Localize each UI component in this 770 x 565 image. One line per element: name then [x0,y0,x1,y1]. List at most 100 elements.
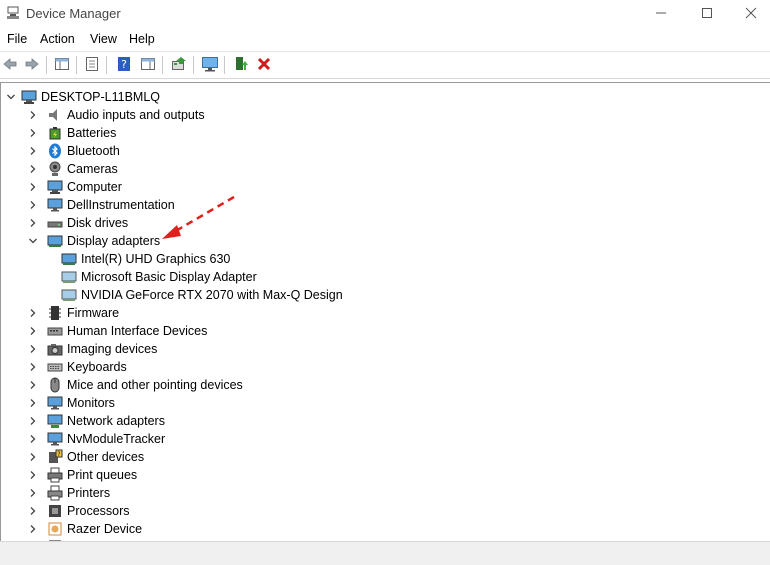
chevron-right-icon[interactable] [27,142,39,160]
forward-icon [24,56,40,75]
tree-item-batteries[interactable]: Batteries [27,124,116,142]
camera-icon [47,161,63,177]
close-button[interactable] [728,0,770,29]
menu-view[interactable]: View [90,32,117,46]
tree-item-print-queues[interactable]: Print queues [27,466,137,484]
monitor-icon [47,197,63,213]
device-manager-icon [6,6,20,20]
tree-child-microsoft-basic-display-adapter[interactable]: Microsoft Basic Display Adapter [61,268,257,286]
computer-root-icon [21,89,37,105]
tree-item-razer-device[interactable]: Razer Device [27,520,142,538]
chevron-right-icon[interactable] [27,484,39,502]
tree-item-imaging-devices[interactable]: Imaging devices [27,340,157,358]
tree-item-nvmoduletracker[interactable]: NvModuleTracker [27,430,165,448]
action-pane-button[interactable] [138,55,158,75]
tree-item-label: Network adapters [67,414,165,428]
imaging-icon [47,341,63,357]
chevron-right-icon[interactable] [27,430,39,448]
tree-item-label: Human Interface Devices [67,324,208,338]
chevron-right-icon[interactable] [27,322,39,340]
tree-child-label: Microsoft Basic Display Adapter [81,270,257,284]
chevron-right-icon[interactable] [27,502,39,520]
processor-icon [47,503,63,519]
chevron-right-icon[interactable] [27,124,39,142]
tree-item-label: Display adapters [67,234,161,248]
menu-file[interactable]: File [7,32,27,46]
tree-child-label: NVIDIA GeForce RTX 2070 with Max-Q Desig… [81,288,343,302]
tree-item-audio-inputs-and-outputs[interactable]: Audio inputs and outputs [27,106,205,124]
device-tree[interactable]: DESKTOP-L11BMLQ Audio inputs and outputs… [0,82,770,542]
chevron-right-icon[interactable] [27,214,39,232]
menu-help[interactable]: Help [129,32,155,46]
enable-device-button[interactable] [231,55,251,75]
chevron-right-icon[interactable] [27,340,39,358]
tree-item-display-adapters[interactable]: Display adapters [27,232,160,250]
tree-item-label: Keyboards [67,360,127,374]
menu-action[interactable]: Action [40,32,75,46]
chevron-right-icon[interactable] [27,106,39,124]
tree-item-firmware[interactable]: Firmware [27,304,119,322]
tree-item-human-interface-devices[interactable]: Human Interface Devices [27,322,207,340]
speaker-icon [47,107,63,123]
print-queue-icon [47,467,63,483]
properties-button[interactable] [82,55,102,75]
tree-item-monitors[interactable]: Monitors [27,394,115,412]
scan-hardware-button[interactable] [200,55,220,75]
chevron-down-icon[interactable] [5,88,17,106]
chevron-right-icon[interactable] [27,412,39,430]
tree-item-label: Print queues [67,468,138,482]
uninstall-device-icon [256,56,272,75]
hid-icon [47,323,63,339]
tree-item-label: Firmware [67,306,120,320]
help-icon: ? [116,56,132,75]
chevron-right-icon[interactable] [27,466,39,484]
firmware-icon [47,305,63,321]
uninstall-device-button[interactable] [254,55,274,75]
tree-item-processors[interactable]: Processors [27,502,130,520]
maximize-button[interactable] [684,0,730,29]
tree-item-keyboards[interactable]: Keyboards [27,358,127,376]
display-adapter-icon [61,287,77,303]
back-button[interactable] [0,55,20,75]
display-adapter-icon [61,269,77,285]
svg-text:?: ? [121,58,127,71]
tree-item-label: Printers [67,486,111,500]
razer-icon [47,521,63,537]
tree-item-bluetooth[interactable]: Bluetooth [27,142,120,160]
chevron-right-icon[interactable] [27,304,39,322]
minimize-icon [655,7,667,22]
chevron-right-icon[interactable] [27,394,39,412]
unknown-device-icon: ? [47,449,63,465]
battery-icon [47,125,63,141]
window-title: Device Manager [26,6,121,21]
chevron-right-icon[interactable] [27,358,39,376]
chevron-down-icon[interactable] [27,232,39,250]
chevron-right-icon[interactable] [27,160,39,178]
tree-item-computer[interactable]: Computer [27,178,122,196]
chevron-right-icon[interactable] [27,376,39,394]
display-adapter-icon [61,251,77,267]
update-driver-button[interactable] [169,55,189,75]
annotation-arrow [162,195,235,239]
tree-root[interactable]: DESKTOP-L11BMLQ [5,88,160,106]
tree-item-disk-drives[interactable]: Disk drives [27,214,128,232]
tree-item-mice-and-other-pointing-devices[interactable]: Mice and other pointing devices [27,376,243,394]
tree-item-printers[interactable]: Printers [27,484,110,502]
chevron-right-icon[interactable] [27,520,39,538]
help-button[interactable]: ? [114,55,134,75]
tree-item-label: Processors [67,504,130,518]
tree-item-network-adapters[interactable]: Network adapters [27,412,165,430]
tree-item-other-devices[interactable]: ? Other devices [27,448,144,466]
chevron-right-icon[interactable] [27,196,39,214]
tree-child-nvidia-geforce-rtx-2070[interactable]: NVIDIA GeForce RTX 2070 with Max-Q Desig… [61,286,343,304]
forward-button[interactable] [22,55,42,75]
minimize-button[interactable] [638,0,684,29]
maximize-icon [701,7,713,22]
tree-item-label: Disk drives [67,216,129,230]
tree-item-cameras[interactable]: Cameras [27,160,118,178]
chevron-right-icon[interactable] [27,178,39,196]
show-hide-console-tree-button[interactable] [52,55,72,75]
status-bar [0,541,770,565]
monitor-icon [47,431,63,447]
chevron-right-icon[interactable] [27,448,39,466]
